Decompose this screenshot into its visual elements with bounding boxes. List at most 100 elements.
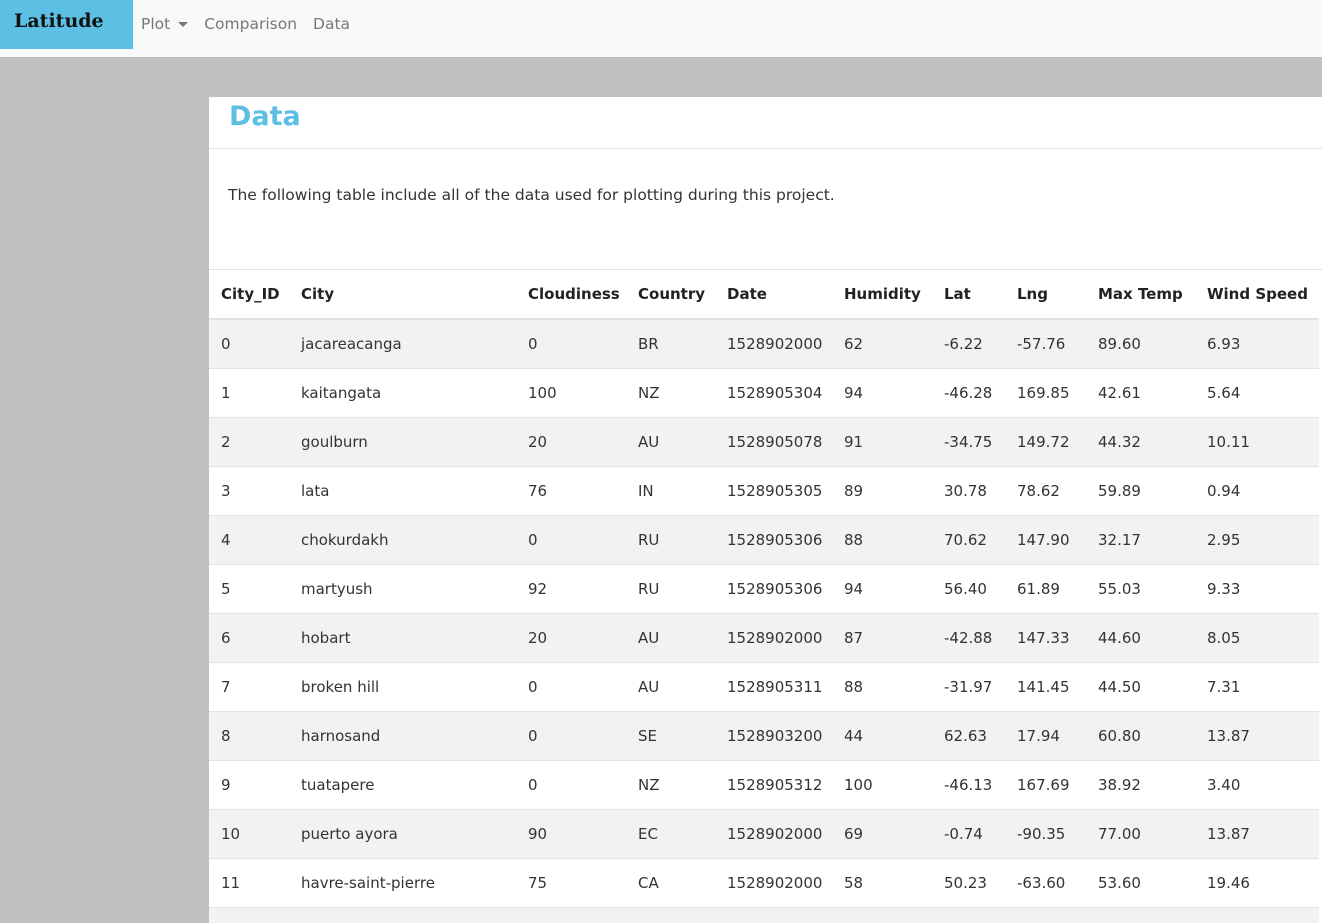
table-row: 11 havre-saint-pierre 75 CA 1528902000 58 50.2…	[209, 858, 1319, 908]
table-cell: 88	[832, 515, 932, 565]
table-cell: harnosand	[289, 711, 516, 761]
table-cell: lata	[289, 466, 516, 516]
table-cell: -6.22	[932, 318, 1005, 369]
table-cell: 2	[209, 417, 289, 467]
table-cell: 91	[832, 417, 932, 467]
table-cell: broken hill	[289, 662, 516, 712]
table-cell: 60.80	[1086, 711, 1195, 761]
table-cell: 44.60	[1086, 613, 1195, 663]
table-cell: 0	[516, 760, 626, 810]
table-cell: 38.92	[1086, 760, 1195, 810]
table-cell: 53.60	[1086, 858, 1195, 908]
table-cell: 56.40	[932, 564, 1005, 614]
nav-plot-dropdown[interactable]: Plot	[141, 14, 189, 34]
table-cell: 61.89	[1005, 564, 1086, 614]
table-cell: 20	[516, 613, 626, 663]
nav-data-link[interactable]: Data	[313, 14, 350, 34]
table-cell	[626, 907, 715, 923]
table-cell: -90.35	[1005, 809, 1086, 859]
table-cell: 75	[516, 858, 626, 908]
table-cell: 10.11	[1195, 417, 1319, 467]
table-cell: 8	[209, 711, 289, 761]
table-cell: 149.72	[1005, 417, 1086, 467]
column-header: Humidity	[832, 270, 932, 320]
column-header: City_ID	[209, 270, 289, 320]
table-cell: 90	[516, 809, 626, 859]
table-row: 0 jacareacanga 0 BR 1528902000 62 -6.22 -57.76 8…	[209, 318, 1319, 369]
column-header: Date	[715, 270, 832, 320]
table-cell: 30.78	[932, 466, 1005, 516]
table-cell: puerto ayora	[289, 809, 516, 859]
table-cell	[289, 907, 516, 923]
table-cell: 1528905078	[715, 417, 832, 467]
table-cell: havre-saint-pierre	[289, 858, 516, 908]
table-cell: kaitangata	[289, 368, 516, 418]
table-cell: 69	[832, 809, 932, 859]
table-cell: 169.85	[1005, 368, 1086, 418]
table-cell: tuatapere	[289, 760, 516, 810]
table-cell: 0.94	[1195, 466, 1319, 516]
table-cell: BR	[626, 318, 715, 369]
caret-down-icon	[178, 22, 189, 27]
table-cell: NZ	[626, 760, 715, 810]
table-row: 3 lata 76 IN 1528905305 89 30.78 78.62 59.89 0.94	[209, 466, 1319, 516]
table-row	[209, 907, 1319, 923]
table-cell: 78.62	[1005, 466, 1086, 516]
table-cell: 92	[516, 564, 626, 614]
table-cell: RU	[626, 515, 715, 565]
table-cell	[209, 907, 289, 923]
table-cell: 1528902000	[715, 809, 832, 859]
table-cell: 76	[516, 466, 626, 516]
table-cell: 55.03	[1086, 564, 1195, 614]
table-cell: -57.76	[1005, 318, 1086, 369]
table-cell: 44	[832, 711, 932, 761]
table-cell: AU	[626, 613, 715, 663]
table-row: 8 harnosand 0 SE 1528903200 44 62.63 17.94 60.80…	[209, 711, 1319, 761]
table-cell: 167.69	[1005, 760, 1086, 810]
table-cell: 6	[209, 613, 289, 663]
column-header: Max Temp	[1086, 270, 1195, 320]
table-cell: 1	[209, 368, 289, 418]
table-cell: 94	[832, 368, 932, 418]
data-table: City_ID City Cloudiness Country Date Humidity…	[209, 270, 1319, 923]
table-cell: 1528905312	[715, 760, 832, 810]
column-header: City	[289, 270, 516, 320]
table-cell: 59.89	[1086, 466, 1195, 516]
nav-plot-label: Plot	[141, 15, 171, 33]
table-cell: NZ	[626, 368, 715, 418]
table-cell	[1086, 907, 1195, 923]
brand-link[interactable]: Latitude	[0, 0, 133, 49]
table-cell: 8.05	[1195, 613, 1319, 663]
table-cell: 100	[516, 368, 626, 418]
table-cell: 4	[209, 515, 289, 565]
column-header: Lat	[932, 270, 1005, 320]
table-cell: 77.00	[1086, 809, 1195, 859]
table-cell: 0	[516, 318, 626, 369]
table-cell: 5	[209, 564, 289, 614]
table-cell: 7	[209, 662, 289, 712]
table-cell	[715, 907, 832, 923]
table-cell: -42.88	[932, 613, 1005, 663]
table-cell	[932, 907, 1005, 923]
table-cell: 7.31	[1195, 662, 1319, 712]
nav-comparison-link[interactable]: Comparison	[204, 14, 297, 34]
table-cell: 147.33	[1005, 613, 1086, 663]
table-row: 1 kaitangata 100 NZ 1528905304 94 -46.28 169.85…	[209, 368, 1319, 418]
table-cell: 1528905306	[715, 515, 832, 565]
table-cell: 32.17	[1086, 515, 1195, 565]
table-cell: 1528902000	[715, 858, 832, 908]
table-cell: 70.62	[932, 515, 1005, 565]
table-cell: 9	[209, 760, 289, 810]
table-cell: AU	[626, 417, 715, 467]
column-header: Cloudiness	[516, 270, 626, 320]
table-cell: RU	[626, 564, 715, 614]
table-row: 6 hobart 20 AU 1528902000 87 -42.88 147.33 44.60…	[209, 613, 1319, 663]
table-cell: 17.94	[1005, 711, 1086, 761]
table-cell: 147.90	[1005, 515, 1086, 565]
table-cell: chokurdakh	[289, 515, 516, 565]
table-cell: -0.74	[932, 809, 1005, 859]
table-cell: 50.23	[932, 858, 1005, 908]
table-cell: 3.40	[1195, 760, 1319, 810]
table-cell: 1528903200	[715, 711, 832, 761]
table-cell: -46.13	[932, 760, 1005, 810]
